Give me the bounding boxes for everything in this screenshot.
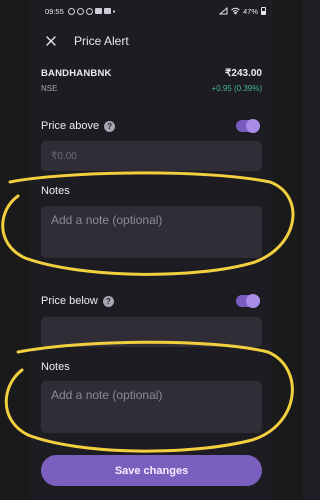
price-above-input[interactable]: ₹0.00	[41, 141, 262, 171]
battery-icon	[261, 7, 266, 15]
wifi-icon	[231, 7, 240, 15]
status-bar: 09:55 • 47%	[30, 0, 272, 22]
save-changes-button[interactable]: Save changes	[41, 455, 262, 486]
info-icon[interactable]: ?	[104, 120, 116, 132]
price-above-label: Price above ?	[41, 120, 116, 132]
price-below-label: Price below ?	[41, 295, 114, 307]
left-border	[0, 0, 30, 500]
status-time: 09:55	[45, 6, 64, 16]
toggle-knob	[246, 294, 260, 308]
notes-above-input[interactable]: Add a note (optional)	[41, 206, 262, 258]
status-indicators: 47%	[218, 6, 266, 16]
messenger-icon	[85, 7, 93, 15]
chat-icon	[76, 7, 84, 15]
price-below-toggle[interactable]	[236, 294, 260, 308]
page-title: Price Alert	[74, 34, 129, 48]
toggle-knob	[246, 119, 260, 133]
status-app-icons	[67, 7, 111, 15]
price-below-label-text: Price below	[41, 295, 98, 307]
info-icon[interactable]: ?	[102, 295, 114, 307]
header: Price Alert	[30, 28, 272, 54]
battery-percent: 47%	[242, 6, 258, 16]
stock-info: BANDHANBNK NSE	[41, 68, 112, 93]
right-border	[272, 0, 302, 500]
phone-screen: 09:55 • 47% Price Alert BANDHANBNK NSE ₹…	[30, 0, 272, 500]
close-icon	[46, 36, 56, 46]
bag-icon	[94, 8, 102, 14]
notes-below-label: Notes	[41, 361, 70, 373]
notes-above-label: Notes	[41, 185, 70, 197]
price-below-input[interactable]	[41, 317, 262, 347]
price-above-label-text: Price above	[41, 120, 100, 132]
stock-exchange: NSE	[41, 84, 58, 93]
stock-change: +0.95 (0.39%)	[211, 84, 262, 93]
stock-summary: BANDHANBNK NSE ₹243.00 +0.95 (0.39%)	[41, 68, 262, 93]
price-above-toggle[interactable]	[236, 119, 260, 133]
notes-below-input[interactable]: Add a note (optional)	[41, 381, 262, 433]
signal-icon	[218, 7, 228, 15]
stock-symbol: BANDHANBNK	[41, 68, 112, 79]
stock-quote: ₹243.00 +0.95 (0.39%)	[212, 68, 262, 93]
mail-icon	[103, 8, 111, 14]
stock-price: ₹243.00	[225, 68, 262, 79]
close-button[interactable]	[36, 28, 66, 54]
more-notifications: •	[112, 6, 116, 16]
whatsapp-icon	[67, 7, 75, 15]
